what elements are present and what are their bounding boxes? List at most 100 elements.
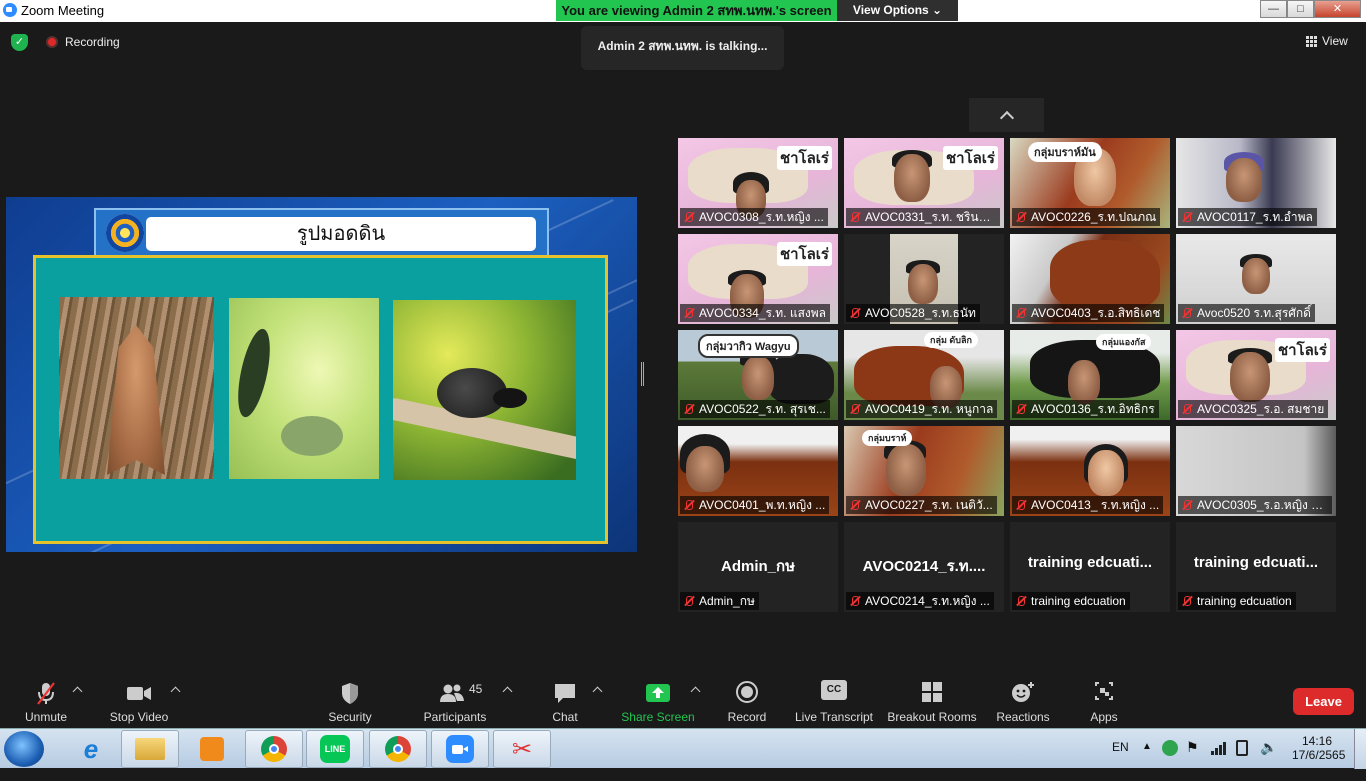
breakout-rooms-button[interactable]: Breakout Rooms: [886, 672, 978, 728]
participant-tile[interactable]: กลุ่มวากิว Wagyu AVOC0522_ร.ท. สุรเช...: [678, 330, 838, 420]
participant-tile[interactable]: AVOC0305_ร.อ.หญิง ป...: [1176, 426, 1336, 516]
volume-speaker-icon[interactable]: 🔈: [1260, 739, 1277, 779]
view-options-button[interactable]: View Options ⌄: [837, 0, 958, 21]
participant-tile[interactable]: AVOC0403_ร.อ.สิทธิเดช: [1010, 234, 1170, 324]
show-hidden-icons-icon[interactable]: ▲: [1142, 741, 1152, 781]
participant-tile[interactable]: AVOC0528_ร.ท.ธนัท: [844, 234, 1004, 324]
record-button[interactable]: Record: [724, 672, 770, 728]
internet-explorer-taskbar-icon[interactable]: e: [62, 730, 120, 768]
participant-tile[interactable]: ชาโลเร่ AVOC0334_ร.ท. แสงพล: [678, 234, 838, 324]
closed-caption-icon: CC: [821, 680, 847, 706]
gallery-scroll-up-button[interactable]: [969, 98, 1044, 132]
show-desktop-button[interactable]: [1354, 729, 1366, 769]
minimize-button[interactable]: —: [1260, 0, 1287, 18]
line-tray-icon[interactable]: [1162, 740, 1178, 756]
stop-video-button[interactable]: Stop Video: [106, 672, 172, 728]
panel-resize-handle[interactable]: [641, 362, 644, 386]
department-logo-icon: [106, 214, 144, 252]
record-label: Record: [727, 710, 767, 724]
participants-button[interactable]: 45 Participants: [420, 672, 490, 728]
security-button[interactable]: Security: [324, 672, 376, 728]
participant-tile[interactable]: Admin_กษ Admin_กษ: [678, 522, 838, 612]
security-shield-icon[interactable]: ✓: [11, 34, 28, 51]
tile-overlay-label: ชาโลเร่: [1274, 338, 1330, 362]
leave-button[interactable]: Leave: [1293, 688, 1354, 715]
participants-label: Participants: [423, 710, 487, 724]
participant-name: AVOC0305_ร.อ.หญิง ป...: [1178, 496, 1332, 514]
video-camera-icon: [126, 680, 152, 706]
muted-mic-icon: [850, 500, 860, 510]
breakout-rooms-label: Breakout Rooms: [887, 710, 977, 724]
slide-body: [33, 255, 608, 544]
zoom-taskbar-icon[interactable]: [431, 730, 489, 768]
participant-tile[interactable]: Avoc0520 ร.ท.สุรศักดิ์: [1176, 234, 1336, 324]
view-button[interactable]: View: [1306, 34, 1348, 48]
muted-mic-icon: [684, 308, 694, 318]
unmute-label: Unmute: [24, 710, 68, 724]
muted-mic-icon: [1182, 596, 1192, 606]
breakout-rooms-icon: [921, 680, 943, 706]
slide-header: รูปมอดดิน: [94, 208, 549, 259]
participant-name: AVOC0136_ร.ท.อิทธิกร: [1012, 400, 1159, 418]
live-transcript-label: Live Transcript: [794, 710, 874, 724]
participant-tile[interactable]: กลุ่ม ดับลิก AVOC0419_ร.ท. หนูกาล: [844, 330, 1004, 420]
participant-name: AVOC0325_ร.อ. สมชาย: [1178, 400, 1329, 418]
participant-tile[interactable]: ชาโลเร่ AVOC0331_ร.ท. ชรินท...: [844, 138, 1004, 228]
participant-tile[interactable]: กลุ่มบราห์มัน AVOC0226_ร.ท.ปณภณ: [1010, 138, 1170, 228]
muted-mic-icon: [684, 404, 694, 414]
participant-tile[interactable]: ชาโลเร่ AVOC0308_ร.ท.หญิง ...: [678, 138, 838, 228]
participant-tile[interactable]: training edcuati... training edcuation: [1176, 522, 1336, 612]
muted-mic-icon: [1182, 212, 1192, 222]
chrome-taskbar-icon[interactable]: [369, 730, 427, 768]
tile-overlay-label: ชาโลเร่: [942, 146, 998, 170]
network-signal-icon[interactable]: [1210, 740, 1228, 780]
clock-date: 17/6/2565: [1292, 748, 1346, 762]
participant-tile[interactable]: AVOC0413_ ร.ท.หญิง ...: [1010, 426, 1170, 516]
unmute-button[interactable]: Unmute: [18, 672, 74, 728]
live-transcript-button[interactable]: CC Live Transcript: [792, 672, 876, 728]
participants-caret-icon[interactable]: [502, 686, 513, 697]
participant-tile[interactable]: ชาโลเร่ AVOC0325_ร.อ. สมชาย: [1176, 330, 1336, 420]
participant-tile[interactable]: AVOC0214_ร.ท.... AVOC0214_ร.ท.หญิง ...: [844, 522, 1004, 612]
shared-screen[interactable]: รูปมอดดิน: [6, 197, 637, 552]
chat-caret-icon[interactable]: [592, 686, 603, 697]
muted-mic-icon: [850, 404, 860, 414]
participant-tile[interactable]: training edcuati... training edcuation: [1010, 522, 1170, 612]
video-options-caret-icon[interactable]: [170, 686, 181, 697]
muted-mic-icon: [1016, 212, 1026, 222]
action-center-flag-icon[interactable]: ⚑: [1186, 739, 1199, 779]
participant-name: Admin_กษ: [680, 592, 759, 610]
reactions-label: Reactions: [996, 710, 1050, 724]
participant-name: AVOC0403_ร.อ.สิทธิเดช: [1012, 304, 1165, 322]
system-clock[interactable]: 14:16 17/6/2565: [1292, 734, 1346, 774]
battery-icon[interactable]: [1236, 740, 1248, 756]
participant-tile[interactable]: กลุ่มแองกัส AVOC0136_ร.ท.อิทธิกร: [1010, 330, 1170, 420]
share-screen-icon: [645, 680, 671, 706]
apps-button[interactable]: Apps: [1084, 672, 1124, 728]
participant-tile[interactable]: กลุ่มบราห์ AVOC0227_ร.ท. เนติวั...: [844, 426, 1004, 516]
participant-name: training edcuation: [1012, 592, 1130, 610]
security-label: Security: [328, 710, 372, 724]
participant-display-name: AVOC0214_ร.ท....: [862, 558, 986, 575]
participant-name: AVOC0214_ร.ท.หญิง ...: [846, 592, 994, 610]
language-indicator[interactable]: EN: [1112, 740, 1129, 780]
snipping-tool-taskbar-icon[interactable]: ✂: [493, 730, 551, 768]
chat-button[interactable]: Chat: [546, 672, 584, 728]
chevron-up-icon: [999, 110, 1014, 125]
participant-tile[interactable]: AVOC0117_ร.ท.อำพล: [1176, 138, 1336, 228]
muted-mic-icon: [684, 212, 694, 222]
maximize-button[interactable]: □: [1287, 0, 1314, 18]
share-screen-button[interactable]: Share Screen: [620, 672, 696, 728]
record-icon: [735, 680, 759, 706]
recording-indicator[interactable]: Recording: [46, 35, 120, 49]
audio-options-caret-icon[interactable]: [72, 686, 83, 697]
reactions-button[interactable]: Reactions: [994, 672, 1052, 728]
chrome-taskbar-icon[interactable]: [245, 730, 303, 768]
close-button[interactable]: ✕: [1314, 0, 1361, 18]
line-taskbar-icon[interactable]: LINE: [306, 730, 364, 768]
media-player-taskbar-icon[interactable]: [183, 730, 241, 768]
windows-start-button[interactable]: [4, 731, 44, 767]
participant-tile[interactable]: AVOC0401_พ.ท.หญิง ...: [678, 426, 838, 516]
chat-bubble-icon: [553, 680, 577, 706]
file-explorer-taskbar-icon[interactable]: [121, 730, 179, 768]
